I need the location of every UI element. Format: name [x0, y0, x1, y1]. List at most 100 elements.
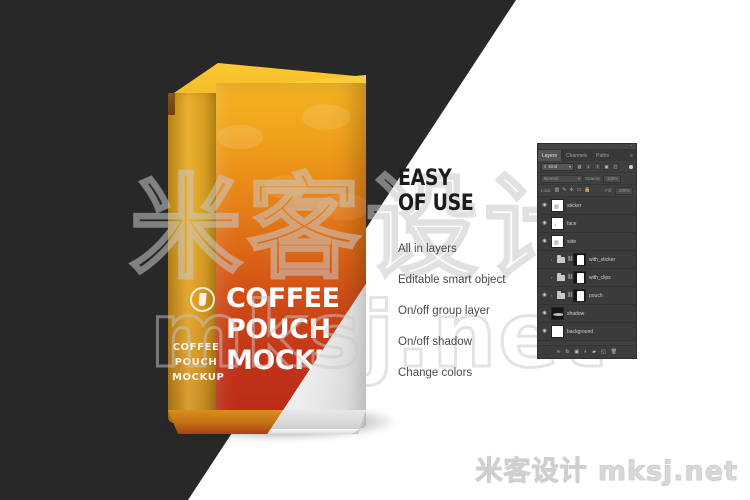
headline-line-1: EASY [398, 166, 452, 191]
shadow-thumb-glyph [553, 313, 563, 316]
add-layer-style-icon[interactable]: fx [565, 349, 569, 355]
eye-icon[interactable]: ◉ [540, 203, 549, 208]
fill-input[interactable]: 100% [615, 186, 633, 195]
layer-row-shadow[interactable]: ◉ shadow [538, 305, 636, 323]
feature-copy-block: EASY OF USE All in layers Editable smart… [398, 168, 548, 397]
feature-list: All in layers Editable smart object On/o… [398, 242, 548, 380]
layer-thumbnail[interactable]: ▥ [551, 235, 564, 248]
add-layer-mask-icon[interactable]: ▣ [574, 349, 579, 355]
lock-all-icon[interactable]: 🔒 [584, 188, 590, 193]
photoshop-layers-panel[interactable]: ⋯ ⌃ Layers Channels Paths ≡ ⌕ Kind ▾ ▤ ◐… [537, 143, 637, 359]
adjustment-layer-filter-icon[interactable]: ◐ [585, 163, 592, 170]
feature-item: Editable smart object [398, 274, 506, 286]
eye-icon[interactable]: ◉ [540, 275, 549, 280]
lock-row[interactable]: Lock: ▨ ✎ ✛ ▭ 🔒 Fill: 100% [538, 185, 636, 197]
chevron-right-icon[interactable]: › [551, 275, 555, 280]
new-adjustment-layer-icon[interactable]: ◐ [584, 349, 587, 355]
blend-mode-select[interactable]: Normal ▾ [541, 174, 583, 183]
lock-transparent-pixels-icon[interactable]: ▨ [555, 188, 560, 193]
panel-grip-dots: ⋯ [541, 145, 545, 150]
blend-mode-row[interactable]: Normal ▾ Opacity: 100% [538, 173, 636, 185]
eye-icon[interactable]: ◉ [540, 329, 549, 334]
new-group-icon[interactable]: ▰ [592, 349, 596, 355]
link-icon: ⛓ [567, 256, 574, 262]
layer-row-background[interactable]: ◉ background [538, 323, 636, 341]
screenshot-canvas: COFFEE POUCH MOCKUP COFFEE POUCH MOCKUP … [0, 0, 750, 500]
lock-label: Lock: [541, 188, 552, 193]
panel-menu-icon[interactable]: ≡ [627, 150, 636, 161]
panel-footer-toolbar[interactable]: ∞ fx ▣ ◐ ▰ ◱ 🗑 [538, 345, 636, 358]
layer-thumbnail[interactable] [573, 271, 586, 284]
layer-row-with-sticker[interactable]: ◉ › ⛓ with_sticker [538, 251, 636, 269]
layer-thumbnail[interactable]: ♪ [551, 217, 564, 230]
layer-row-pouch[interactable]: ◉ › ⛓ pouch [538, 287, 636, 305]
pixel-layer-filter-icon[interactable]: ▤ [576, 163, 583, 170]
layer-thumbnail[interactable] [551, 307, 564, 320]
eye-icon[interactable]: ◉ [540, 239, 549, 244]
lock-artboard-icon[interactable]: ▭ [577, 188, 582, 193]
layer-row-sticker[interactable]: ◉ ▧ sticker [538, 197, 636, 215]
layer-list[interactable]: ◉ ▧ sticker ◉ ♪ face ◉ ▥ side › ⛓ with_s… [538, 197, 636, 341]
blend-mode-value: Normal [544, 176, 559, 181]
new-layer-icon[interactable]: ◱ [601, 349, 606, 355]
chevron-down-icon: ▾ [568, 164, 571, 169]
panel-drag-handle[interactable]: ⋯ ⌃ [538, 144, 636, 150]
chevron-right-icon[interactable]: › [551, 293, 555, 298]
headline-line-2: OF USE [398, 191, 474, 216]
eye-icon[interactable]: ◉ [540, 221, 549, 226]
layer-row-side[interactable]: ◉ ▥ side [538, 233, 636, 251]
filter-toggle-switch[interactable] [629, 164, 633, 169]
side-thumb-glyph: ▥ [554, 240, 559, 246]
link-layers-icon[interactable]: ∞ [557, 349, 561, 355]
layer-name[interactable]: with_sticker [589, 257, 615, 263]
lock-image-pixels-icon[interactable]: ✎ [562, 188, 566, 193]
layer-name[interactable]: sticker [567, 203, 581, 209]
coffee-pouch-mockup: COFFEE POUCH MOCKUP COFFEE POUCH MOCKUP [150, 55, 410, 455]
opacity-input[interactable]: 100% [603, 174, 622, 183]
side-text-line-3: MOCKUP [172, 372, 225, 383]
layer-thumbnail[interactable] [551, 325, 564, 338]
layer-name[interactable]: face [567, 221, 576, 227]
shape-layer-filter-icon[interactable]: ▣ [603, 163, 610, 170]
close-icon[interactable]: ⌃ [630, 145, 633, 149]
layer-name[interactable]: shadow [567, 311, 584, 317]
layer-name[interactable]: with_clips [589, 275, 611, 281]
pouch-thumb-glyph [577, 291, 584, 301]
eye-icon[interactable]: ◉ [540, 293, 549, 298]
link-icon: ⛓ [567, 292, 574, 298]
type-layer-filter-icon[interactable]: T [594, 163, 601, 170]
face-text-line-1: COFFEE [226, 283, 340, 314]
lock-position-icon[interactable]: ✛ [569, 188, 573, 193]
side-text-line-2: POUCH [174, 357, 218, 368]
delete-layer-icon[interactable]: 🗑 [611, 349, 617, 355]
pouch-badge-icon [190, 287, 215, 312]
pouch-thumb-glyph [577, 273, 584, 283]
layer-thumbnail[interactable]: ▧ [551, 199, 564, 212]
folder-icon [557, 291, 565, 299]
layer-thumbnail[interactable] [573, 289, 586, 302]
tab-channels[interactable]: Channels [562, 150, 593, 161]
layer-name[interactable]: pouch [589, 293, 603, 299]
filter-kind-select[interactable]: ⌕ Kind ▾ [541, 162, 574, 171]
layer-thumbnail[interactable] [573, 253, 586, 266]
pouch-side-text: COFFEE POUCH MOCKUP [172, 340, 225, 385]
eye-icon[interactable]: ◉ [540, 257, 549, 262]
layer-name[interactable]: background [567, 329, 593, 335]
side-text-line-1: COFFEE [172, 342, 220, 353]
pouch-thumb-glyph [577, 255, 584, 265]
tab-layers[interactable]: Layers [538, 150, 563, 161]
opacity-label: Opacity: [585, 176, 602, 181]
filter-kind-label: Kind [548, 164, 558, 169]
opacity-value: 100% [606, 176, 619, 181]
eye-icon[interactable]: ◉ [540, 311, 549, 316]
layer-row-with-clips[interactable]: ◉ › ⛓ with_clips [538, 269, 636, 287]
panel-tab-bar[interactable]: Layers Channels Paths ≡ [538, 150, 636, 161]
pouch-clip [168, 93, 175, 115]
smart-object-filter-icon[interactable]: ▢ [612, 163, 619, 170]
chevron-right-icon[interactable]: › [551, 257, 555, 262]
fill-value: 100% [618, 188, 630, 193]
tab-paths[interactable]: Paths [592, 150, 614, 161]
layer-row-face[interactable]: ◉ ♪ face [538, 215, 636, 233]
layer-filter-row[interactable]: ⌕ Kind ▾ ▤ ◐ T ▣ ▢ [538, 161, 636, 173]
layer-name[interactable]: side [567, 239, 576, 245]
